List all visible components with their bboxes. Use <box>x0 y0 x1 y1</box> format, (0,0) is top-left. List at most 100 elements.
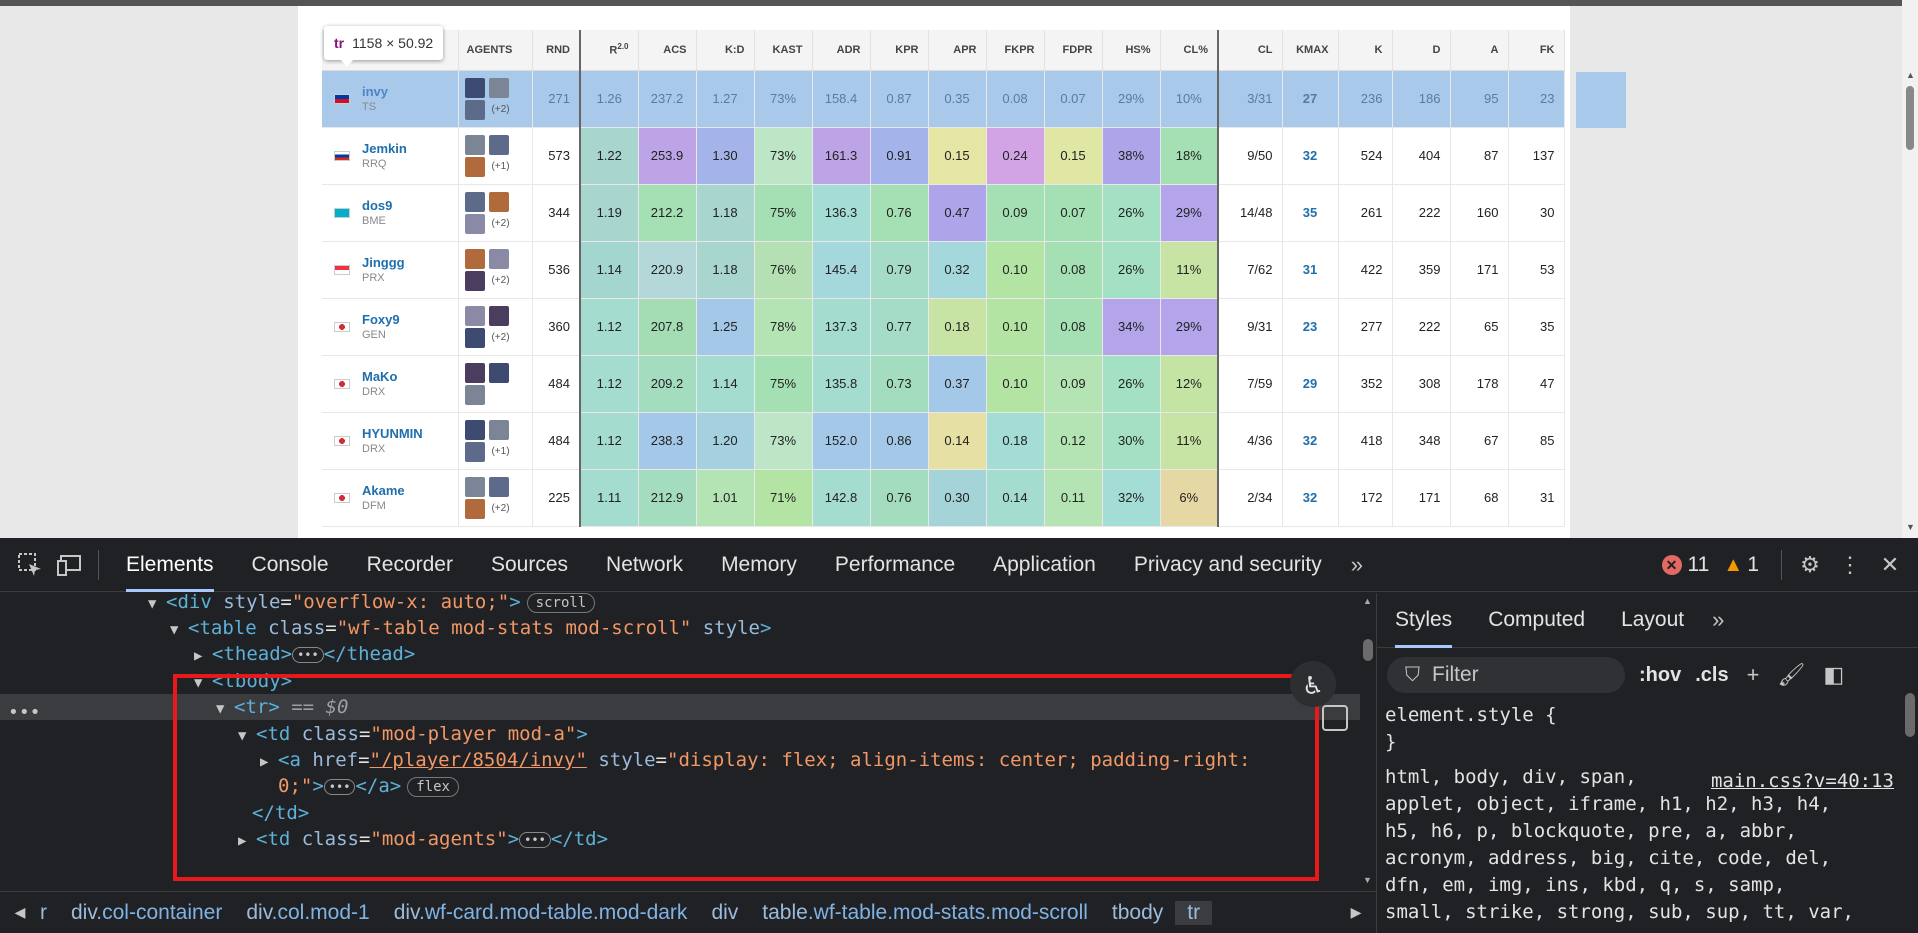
column-header-cl[interactable]: CL <box>1217 30 1283 71</box>
table-row[interactable]: MaKo DRX 484 1.12 209.2 1.14 75% 135.8 0.73 0.37 0… <box>322 355 1565 413</box>
breadcrumb-item[interactable]: div.wf-card.mod-table.mod-dark <box>382 901 700 925</box>
player-cell[interactable]: Jinggg PRX <box>322 241 459 299</box>
player-link[interactable]: Foxy9 GEN <box>334 312 457 341</box>
tab-sources[interactable]: Sources <box>472 538 587 592</box>
player-link[interactable]: dos9 BME <box>334 198 457 227</box>
scroll-down-arrow-icon[interactable]: ▼ <box>1363 875 1372 885</box>
page-scrollbar-thumb[interactable] <box>1906 86 1914 150</box>
column-header-apr[interactable]: APR <box>928 30 987 71</box>
collapsed-ellipsis[interactable]: ••• <box>292 646 324 663</box>
paint-brush-icon[interactable]: 🖌 <box>1777 662 1805 688</box>
column-header-kpr[interactable]: KPR <box>870 30 929 71</box>
player-cell[interactable]: Jemkin RRQ <box>322 127 459 185</box>
device-toolbar-icon[interactable] <box>50 545 90 585</box>
new-rule-plus-icon[interactable]: + <box>1747 662 1760 688</box>
breadcrumb-item[interactable]: div.col.mod-1 <box>234 901 381 925</box>
table-row[interactable]: HYUNMIN DRX (+1) 484 1.12 238.3 1.20 73% 152.0 0.… <box>322 412 1565 470</box>
tab-privacy-and-security[interactable]: Privacy and security <box>1115 538 1341 592</box>
table-row[interactable]: Foxy9 GEN (+2) 360 1.12 207.8 1.25 78% 137.3 0.77… <box>322 298 1565 356</box>
more-tabs-chevron-icon[interactable]: » <box>1702 607 1734 633</box>
breadcrumb-item[interactable]: r <box>40 901 59 925</box>
dom-node-table[interactable]: ▼ <table class="wf-table mod-stats mod-sc… <box>0 615 1360 641</box>
column-header-cl-[interactable]: CL% <box>1160 30 1219 71</box>
cls-toggle-button[interactable]: .cls <box>1695 664 1728 687</box>
column-header-r2-0[interactable]: R2.0 <box>579 30 639 71</box>
error-counter[interactable]: ✕ 11 <box>1661 553 1709 577</box>
tab-recorder[interactable]: Recorder <box>348 538 472 592</box>
player-link[interactable]: HYUNMIN DRX <box>334 426 457 455</box>
kebab-menu-icon[interactable]: ⋮ <box>1830 545 1870 585</box>
player-link[interactable]: Jemkin RRQ <box>334 141 457 170</box>
toggle-sidebar-icon[interactable]: ◧ <box>1823 662 1844 688</box>
collapse-triangle-icon[interactable]: ▼ <box>170 617 188 643</box>
table-row[interactable]: Jemkin RRQ (+1) 573 1.22 253.9 1.30 73% 161.3 0.9… <box>322 127 1565 185</box>
breadcrumb-item[interactable]: tbody <box>1100 901 1175 925</box>
tab-network[interactable]: Network <box>587 538 702 592</box>
warning-counter[interactable]: ▲ 1 <box>1723 553 1759 577</box>
scroll-badge[interactable]: scroll <box>526 593 596 613</box>
column-header-hs-[interactable]: HS% <box>1102 30 1161 71</box>
tab-layout[interactable]: Layout <box>1603 593 1702 648</box>
breadcrumb-left-arrow-icon[interactable]: ◀ <box>0 904 40 921</box>
dom-node-thead[interactable]: ▶ <thead> ••• </thead> <box>0 641 1360 667</box>
player-link[interactable]: MaKo DRX <box>334 369 457 398</box>
player-name[interactable]: invy <box>362 84 388 99</box>
player-name[interactable]: Foxy9 <box>362 312 400 327</box>
elements-scrollbar[interactable]: ▲ ▼ <box>1360 593 1376 891</box>
column-header-fdpr[interactable]: FDPR <box>1044 30 1103 71</box>
tab-console[interactable]: Console <box>233 538 348 592</box>
ai-assist-icon[interactable] <box>1322 705 1348 731</box>
column-header-k-d[interactable]: K:D <box>696 30 755 71</box>
tab-performance[interactable]: Performance <box>816 538 974 592</box>
tab-elements[interactable]: Elements <box>107 538 233 592</box>
collapse-triangle-icon[interactable]: ▼ <box>148 593 166 617</box>
player-cell[interactable]: Akame DFM <box>322 469 459 527</box>
player-cell[interactable]: dos9 BME <box>322 184 459 242</box>
player-cell[interactable]: HYUNMIN DRX <box>322 412 459 470</box>
close-devtools-icon[interactable]: ✕ <box>1870 545 1910 585</box>
expand-triangle-icon[interactable]: ▶ <box>194 643 212 669</box>
inspect-element-icon[interactable] <box>10 545 50 585</box>
player-name[interactable]: Jemkin <box>362 141 407 156</box>
player-name[interactable]: Jinggg <box>362 255 405 270</box>
scroll-up-arrow-icon[interactable]: ▲ <box>1906 70 1915 80</box>
breadcrumb-item[interactable]: div <box>699 901 750 925</box>
player-cell[interactable]: MaKo DRX <box>322 355 459 413</box>
column-header-agents[interactable]: AGENTS <box>458 30 533 71</box>
scroll-down-arrow-icon[interactable]: ▼ <box>1906 522 1915 532</box>
column-header-fkpr[interactable]: FKPR <box>986 30 1045 71</box>
tab-computed[interactable]: Computed <box>1470 593 1603 648</box>
player-link[interactable]: Jinggg PRX <box>334 255 457 284</box>
styles-scrollbar[interactable] <box>1902 593 1918 933</box>
player-name[interactable]: dos9 <box>362 198 392 213</box>
elements-scrollbar-thumb[interactable] <box>1363 639 1373 661</box>
player-cell[interactable]: invy TS <box>322 70 459 128</box>
column-header-kast[interactable]: KAST <box>754 30 813 71</box>
breadcrumb-item[interactable]: table.wf-table.mod-stats.mod-scroll <box>750 901 1100 925</box>
node-actions-ellipsis-icon[interactable]: ••• <box>8 702 41 723</box>
table-row[interactable]: invy TS (+2) 271 1.26 237.2 1.27 73% 158.4 0.87 0.… <box>322 70 1565 128</box>
column-header-k[interactable]: K <box>1338 30 1393 71</box>
column-header-a[interactable]: A <box>1450 30 1509 71</box>
column-header-kmax[interactable]: KMAX <box>1282 30 1339 71</box>
breadcrumb-item[interactable]: div.col-container <box>59 901 234 925</box>
column-header-d[interactable]: D <box>1392 30 1451 71</box>
table-row[interactable]: Jinggg PRX (+2) 536 1.14 220.9 1.18 76% 145.4 0.7… <box>322 241 1565 299</box>
breadcrumb-right-arrow-icon[interactable]: ▶ <box>1336 904 1376 921</box>
player-cell[interactable]: Foxy9 GEN <box>322 298 459 356</box>
page-scrollbar[interactable]: ▲ ▼ <box>1902 0 1918 538</box>
player-link[interactable]: Akame DFM <box>334 483 457 512</box>
rule-source-link[interactable]: main.css?v=40:13 <box>1711 768 1894 795</box>
element-style-selector[interactable]: element.style { <box>1385 702 1918 729</box>
player-name[interactable]: MaKo <box>362 369 397 384</box>
more-tabs-chevron-icon[interactable]: » <box>1341 552 1373 578</box>
dom-node-div-scroll[interactable]: ▼ <div style="overflow-x: auto;"> scroll <box>0 593 1360 615</box>
tab-application[interactable]: Application <box>974 538 1115 592</box>
column-header-adr[interactable]: ADR <box>812 30 871 71</box>
column-header-fk[interactable]: FK <box>1508 30 1565 71</box>
table-row[interactable]: Akame DFM (+2) 225 1.11 212.9 1.01 71% 142.8 0.76… <box>322 469 1565 527</box>
column-header-acs[interactable]: ACS <box>638 30 697 71</box>
player-link[interactable]: invy TS <box>334 84 457 113</box>
scroll-up-arrow-icon[interactable]: ▲ <box>1363 596 1372 606</box>
column-header-rnd[interactable]: RND <box>532 30 581 71</box>
